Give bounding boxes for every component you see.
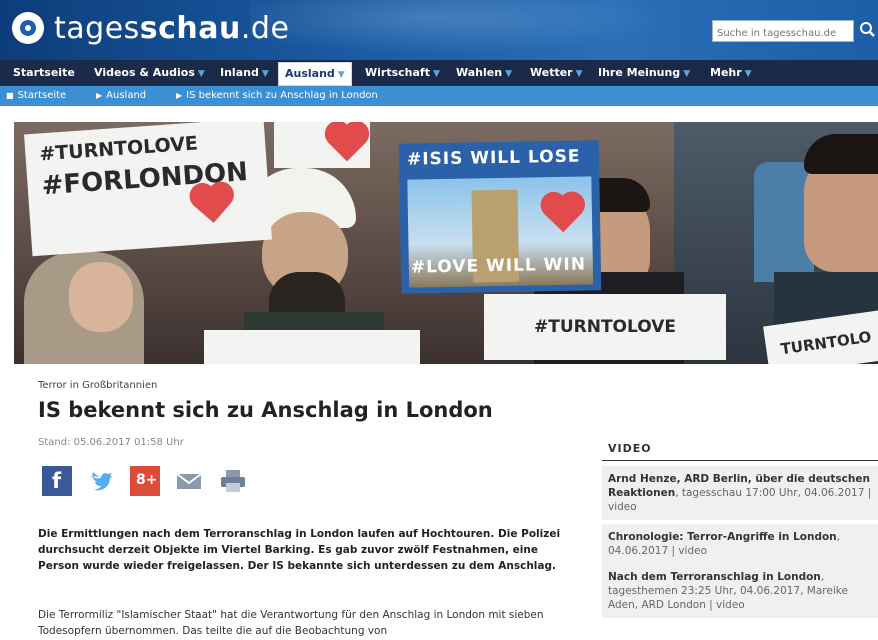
breadcrumb-item-ausland[interactable]: ▶ Ausland xyxy=(96,86,146,106)
search-icon[interactable] xyxy=(858,20,876,40)
breadcrumb: ■ Startseite ▶ Ausland ▶ IS bekennt sich zu… xyxy=(0,86,878,106)
article-kicker: Terror in Großbritannien xyxy=(38,380,158,391)
sign-isis-will-lose: #ISIS WILL LOSE #LOVE WILL WIN xyxy=(398,140,602,294)
email-share-button[interactable] xyxy=(174,466,204,496)
main-nav: Startseite Videos & Audios ▼ Inland ▼ Ausl… xyxy=(0,60,878,86)
nav-item-startseite[interactable]: Startseite xyxy=(13,60,75,86)
article-timestamp: Stand: 05.06.2017 01:58 Uhr xyxy=(38,437,184,448)
search-input[interactable] xyxy=(713,24,853,43)
sign-blank-bottom xyxy=(204,330,420,364)
site-header: tagesschau.de xyxy=(0,0,878,60)
sign-text: #LOVE WILL WIN xyxy=(410,254,587,278)
chevron-down-icon: ▼ xyxy=(261,69,269,79)
printer-icon xyxy=(221,470,245,492)
article-body: Die Terrormiliz "Islamischer Staat" hat … xyxy=(38,609,544,637)
sign-turntolove: #TURNTOLOVE xyxy=(484,294,726,360)
chevron-down-icon: ▼ xyxy=(683,69,691,79)
nav-item-videos-audios[interactable]: Videos & Audios ▼ xyxy=(94,60,205,86)
twitter-icon xyxy=(90,472,113,491)
nav-item-ausland[interactable]: Ausland ▼ xyxy=(278,62,352,86)
right-man-hair xyxy=(804,134,878,174)
facebook-share-button[interactable]: f xyxy=(42,466,72,496)
video-list-item[interactable]: Chronologie: Terror-Angriffe in London, … xyxy=(602,524,878,565)
envelope-icon xyxy=(176,473,202,489)
chevron-down-icon: ▼ xyxy=(505,69,512,79)
breadcrumb-item-startseite[interactable]: ■ Startseite xyxy=(6,86,66,106)
chevron-down-icon: ▼ xyxy=(575,69,583,79)
chevron-down-icon: ▼ xyxy=(432,69,440,79)
square-bullet-icon: ■ xyxy=(6,91,14,100)
video-list-item[interactable]: Arnd Henze, ARD Berlin, über die deutsch… xyxy=(602,466,878,521)
video-list-item[interactable]: Nach dem Terroranschlag in London, tages… xyxy=(602,564,878,619)
article-lead: Die Ermittlungen nach dem Terroranschlag… xyxy=(38,528,561,572)
chevron-right-icon: ▶ xyxy=(176,91,183,100)
nav-item-mehr[interactable]: Mehr ▼ xyxy=(710,60,752,86)
article-title: IS bekennt sich zu Anschlag in London xyxy=(38,398,493,422)
nav-item-wahlen[interactable]: Wahlen ▼ xyxy=(456,60,512,86)
googleplus-icon: 8+ xyxy=(136,472,158,488)
print-button[interactable] xyxy=(218,466,248,496)
chevron-down-icon: ▼ xyxy=(197,69,205,79)
sign-text: TURNTOLO xyxy=(779,327,873,359)
divider xyxy=(602,460,878,461)
twitter-share-button[interactable] xyxy=(86,466,116,496)
heart-icon xyxy=(328,124,366,162)
sign-top-partial xyxy=(274,122,370,168)
search-field[interactable] xyxy=(712,20,854,43)
chevron-down-icon: ▼ xyxy=(337,70,345,80)
heart-icon xyxy=(194,186,231,223)
video-section-heading: VIDEO xyxy=(608,442,652,455)
nav-item-wetter[interactable]: Wetter ▼ xyxy=(530,60,583,86)
facebook-icon: f xyxy=(52,469,62,493)
nav-item-inland[interactable]: Inland ▼ xyxy=(220,60,269,86)
googleplus-share-button[interactable]: 8+ xyxy=(130,466,160,496)
site-logo[interactable]: tagesschau.de xyxy=(54,11,289,46)
nav-item-wirtschaft[interactable]: Wirtschaft ▼ xyxy=(365,60,440,86)
sign-text: #TURNTOLOVE xyxy=(533,317,676,337)
woman-face xyxy=(69,262,133,332)
sign-forlondon: #TURNTOLOVE #FORLONDON xyxy=(24,122,272,257)
chevron-right-icon: ▶ xyxy=(96,91,103,100)
sign-text: #ISIS WILL LOSE xyxy=(406,146,581,170)
hero-photo: #TURNTOLOVE #FORLONDON #ISIS WILL LOSE #… xyxy=(14,122,878,364)
chevron-down-icon: ▼ xyxy=(744,69,752,79)
video-title[interactable]: Chronologie: Terror-Angriffe in London xyxy=(608,531,837,543)
nav-item-ihre-meinung[interactable]: Ihre Meinung ▼ xyxy=(598,60,690,86)
tagesschau-logo-icon[interactable] xyxy=(12,12,44,44)
video-title[interactable]: Nach dem Terroranschlag in London xyxy=(608,571,821,583)
breadcrumb-item-current: ▶ IS bekennt sich zu Anschlag in London xyxy=(176,90,378,101)
